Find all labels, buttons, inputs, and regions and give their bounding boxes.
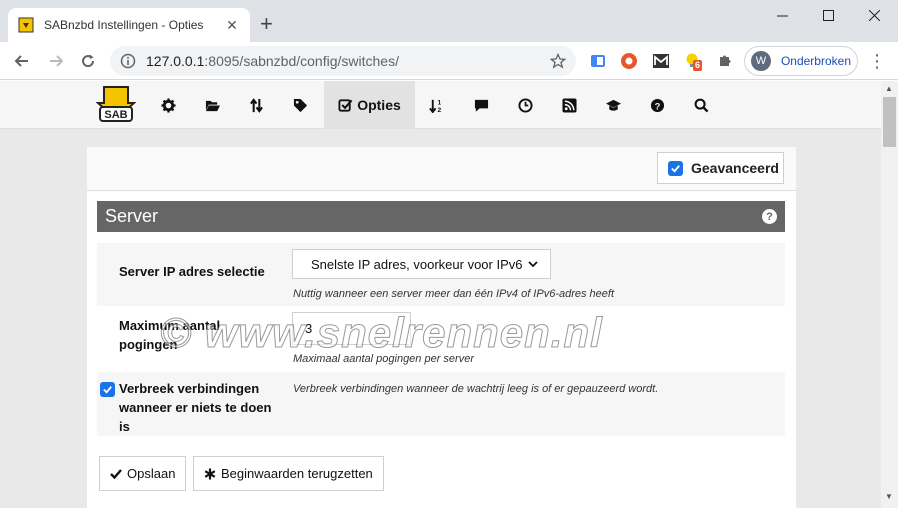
nav-folders[interactable] — [194, 81, 230, 129]
tab-title: SABnzbd Instellingen - Opties — [44, 18, 204, 32]
sort-arrows-icon — [249, 97, 263, 113]
reset-defaults-button[interactable]: Beginwaarden terugzetten — [193, 456, 384, 491]
page-scrollbar[interactable]: ▲ ▼ — [881, 81, 898, 508]
nav-switches[interactable] — [238, 81, 274, 129]
nav-help[interactable]: ? — [639, 81, 675, 129]
folder-open-icon — [205, 100, 220, 111]
menu-kebab-icon[interactable]: ⋮ — [868, 51, 886, 71]
checkmark-icon — [671, 164, 680, 173]
save-label: Opslaan — [127, 466, 176, 481]
svg-text:?: ? — [654, 101, 660, 111]
field-drop-connections: Verbreek verbindingen wanneer er niets t… — [97, 372, 785, 436]
forward-button[interactable] — [40, 45, 72, 77]
nav-notifications[interactable] — [463, 81, 499, 129]
nav-rss[interactable] — [551, 81, 587, 129]
svg-text:SAB: SAB — [104, 109, 127, 121]
clock-icon — [517, 97, 533, 113]
ip-selection-dropdown[interactable]: Snelste IP adres, voorkeur voor IPv6 — [292, 249, 551, 279]
section-header-server: Server ? — [97, 201, 785, 232]
drop-connections-checkbox[interactable] — [100, 382, 115, 397]
sabnzbd-logo[interactable]: SAB — [96, 85, 136, 125]
drop-connections-description: Verbreek verbindingen wanneer de wachtri… — [293, 383, 659, 395]
chevron-down-icon — [528, 261, 538, 268]
advanced-toggle[interactable]: Geavanceerd — [657, 152, 784, 184]
extension-badge: 6 — [693, 60, 703, 71]
checkmark-icon — [103, 386, 112, 394]
sab-main-nav: SAB Opties 12 ? — [0, 81, 881, 129]
address-bar[interactable]: 127.0.0.1:8095/sabnzbd/config/switches/ — [110, 46, 576, 76]
extension-mail-icon[interactable] — [651, 51, 671, 71]
ip-selection-value: Snelste IP adres, voorkeur voor IPv6 — [311, 256, 523, 272]
arrow-right-icon — [50, 55, 64, 67]
close-icon — [868, 9, 880, 21]
extension-bulb-icon[interactable]: 6 — [683, 51, 703, 71]
browser-toolbar: 127.0.0.1:8095/sabnzbd/config/switches/ … — [0, 42, 898, 80]
extension-translate-icon[interactable] — [588, 51, 608, 71]
chat-bubble-icon — [474, 99, 488, 112]
info-icon[interactable] — [120, 53, 136, 69]
rss-icon — [561, 97, 577, 113]
profile-status: Onderbroken — [780, 54, 851, 68]
tab-close-icon[interactable]: ✕ — [224, 17, 240, 34]
minimize-button[interactable] — [759, 0, 805, 30]
reload-button[interactable] — [72, 45, 104, 77]
reload-icon — [82, 54, 95, 68]
drop-connections-label: Verbreek verbindingen wanneer er niets t… — [119, 381, 272, 434]
nav-config[interactable] — [150, 81, 186, 129]
nav-sorting[interactable]: 12 — [418, 81, 454, 129]
gear-icon — [160, 97, 176, 113]
arrow-left-icon — [14, 55, 28, 67]
ip-selection-label: Server IP adres selectie — [119, 264, 265, 279]
save-button[interactable]: Opslaan — [99, 456, 187, 491]
maximize-button[interactable] — [805, 0, 851, 30]
page-viewport: SAB Opties 12 ? Geavanceerd Server ? Ser… — [0, 81, 881, 508]
section-title: Server — [105, 206, 159, 226]
advanced-label: Geavanceerd — [691, 160, 779, 176]
nav-categories[interactable] — [282, 81, 318, 129]
profile-button[interactable]: W Onderbroken — [744, 46, 858, 76]
extensions-puzzle-icon[interactable] — [715, 51, 735, 71]
asterisk-icon — [204, 468, 216, 479]
field-ip-selection: Server IP adres selectie Snelste IP adre… — [97, 243, 785, 306]
sabnzbd-favicon — [18, 17, 34, 33]
nav-options-active[interactable]: Opties — [324, 81, 415, 129]
svg-text:2: 2 — [437, 107, 441, 113]
search-icon — [694, 98, 708, 112]
tag-icon — [293, 98, 307, 112]
browser-tabstrip: SABnzbd Instellingen - Opties ✕ + — [0, 0, 898, 42]
nav-special[interactable] — [595, 81, 631, 129]
graduation-cap-icon — [605, 99, 621, 111]
nav-options-label: Opties — [357, 97, 401, 113]
new-tab-button[interactable]: + — [260, 12, 273, 36]
url-text[interactable]: 127.0.0.1:8095/sabnzbd/config/switches/ — [146, 53, 550, 69]
watermark: © www.snelrennen.nl — [160, 309, 603, 357]
reset-label: Beginwaarden terugzetten — [221, 466, 373, 481]
advanced-checkbox[interactable] — [668, 160, 683, 176]
minimize-icon — [776, 15, 788, 16]
ip-selection-description: Nuttig wanneer een server meer dan één I… — [293, 288, 615, 300]
checkmark-icon — [110, 468, 122, 479]
back-button[interactable] — [6, 45, 38, 77]
extension-privacy-icon[interactable] — [619, 51, 639, 71]
maximize-icon — [822, 9, 834, 21]
scroll-up-icon[interactable]: ▲ — [885, 84, 893, 93]
avatar: W — [751, 51, 771, 71]
browser-tab[interactable]: SABnzbd Instellingen - Opties ✕ — [8, 8, 250, 42]
scroll-down-icon[interactable]: ▼ — [885, 492, 893, 501]
help-icon[interactable]: ? — [762, 209, 777, 224]
advanced-row: Geavanceerd — [87, 147, 796, 191]
bookmark-star-icon[interactable] — [550, 53, 566, 69]
nav-search[interactable] — [683, 81, 719, 129]
scrollbar-thumb[interactable] — [883, 97, 896, 147]
close-window-button[interactable] — [851, 0, 897, 30]
check-square-icon — [338, 98, 353, 112]
nav-scheduling[interactable] — [507, 81, 543, 129]
question-circle-icon: ? — [650, 98, 664, 112]
sort-numeric-icon: 12 — [428, 99, 441, 113]
svg-text:1: 1 — [437, 99, 441, 106]
